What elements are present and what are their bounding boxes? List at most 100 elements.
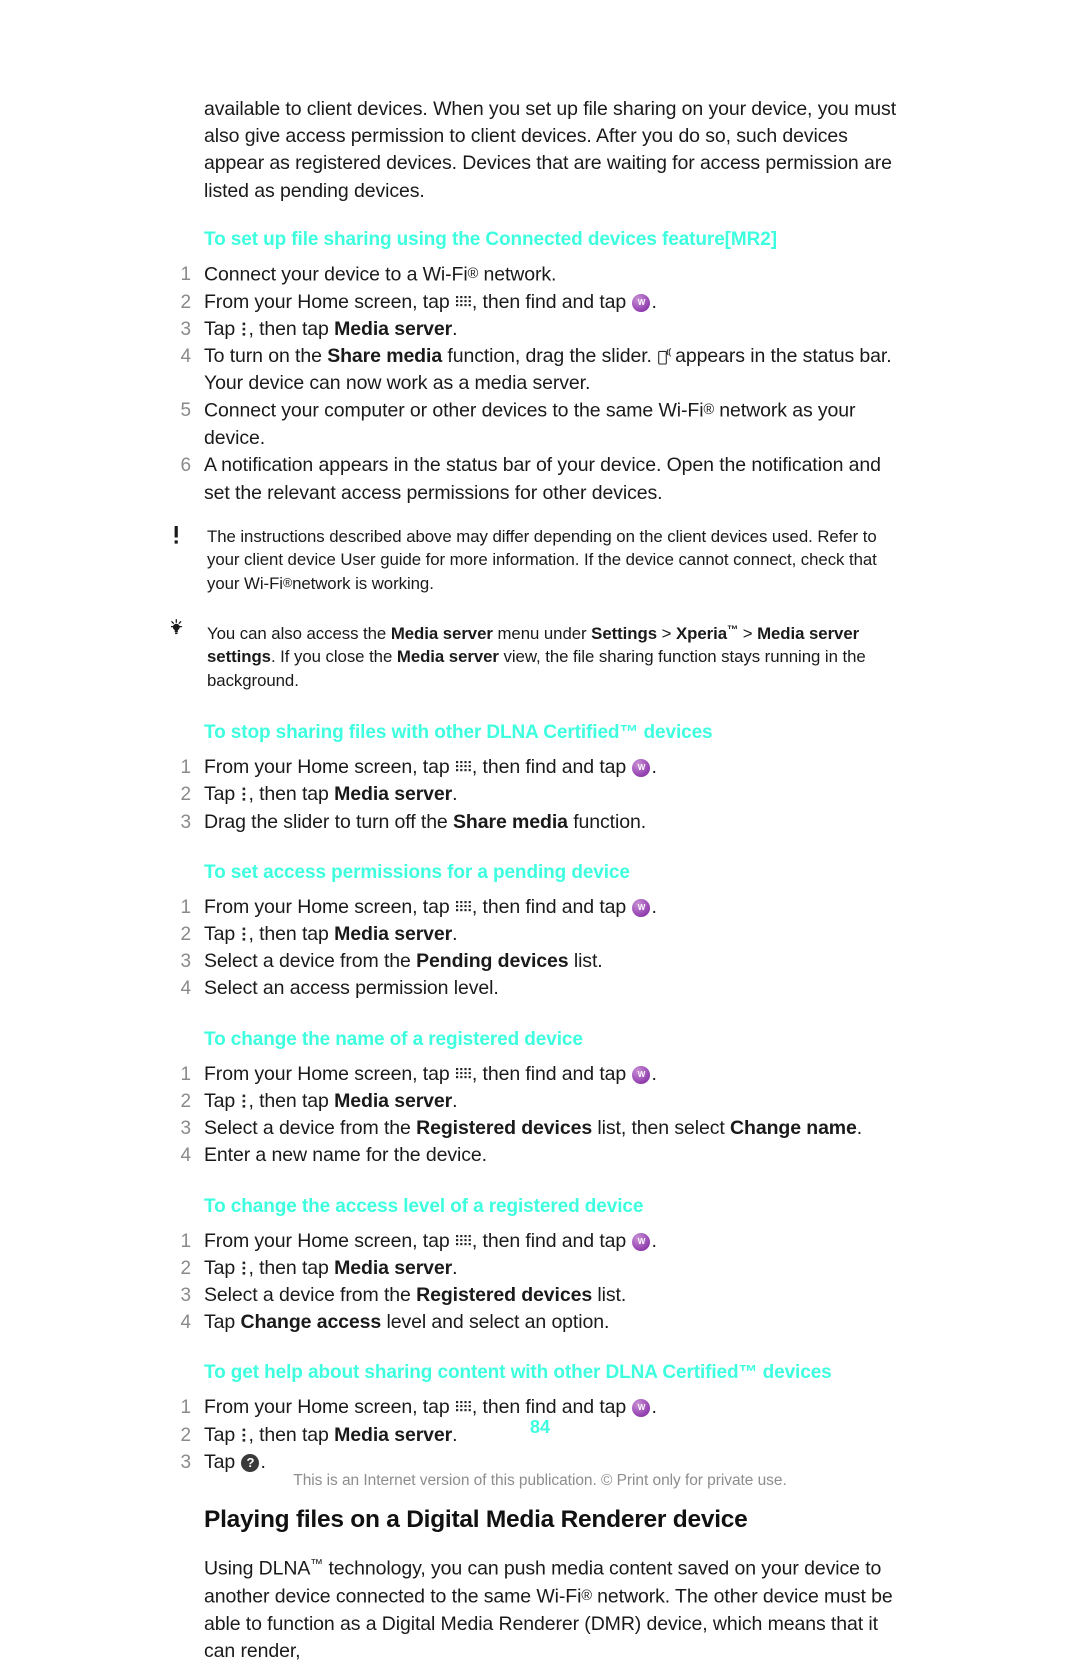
step-text-tail: network. bbox=[478, 263, 557, 286]
tip-sep-2: > bbox=[742, 624, 753, 644]
ui-term-media-server: Media server bbox=[334, 923, 453, 946]
kebab-menu-icon bbox=[241, 783, 247, 802]
document-page: available to client devices. When you se… bbox=[0, 0, 1080, 1662]
step-text: . bbox=[452, 1256, 458, 1279]
kebab-menu-icon bbox=[241, 318, 247, 336]
step-item: From your Home screen, tap , then find a… bbox=[171, 1061, 901, 1088]
ui-term-media-server: Media server bbox=[334, 317, 453, 340]
step-text: From your Home screen, tap bbox=[204, 756, 450, 779]
step-text: , then find and tap bbox=[471, 290, 627, 313]
walkman-app-icon: W bbox=[632, 1232, 651, 1251]
ui-term-xperia: Xperia™ bbox=[676, 624, 738, 643]
walkman-app-icon: W bbox=[632, 759, 651, 778]
step-text: Select an access permission level. bbox=[204, 977, 499, 1000]
step-text: , then tap bbox=[248, 1256, 329, 1279]
tip-text-c: menu under bbox=[497, 624, 587, 644]
step-item: Select a device from the Registered devi… bbox=[171, 1115, 901, 1142]
registered-mark: ® bbox=[703, 402, 714, 419]
step-item: To turn on the Share media function, dra… bbox=[171, 343, 901, 397]
section-heading-set-access-permissions: To set access permissions for a pending … bbox=[204, 861, 630, 883]
lightbulb-icon bbox=[170, 619, 197, 641]
step-text: , then find and tap bbox=[471, 756, 627, 779]
step-text: Tap bbox=[204, 1311, 236, 1334]
step-item: Tap , then tap Media server. bbox=[171, 1088, 901, 1115]
step-text: From your Home screen, tap bbox=[204, 1396, 450, 1419]
registered-mark: ® bbox=[467, 265, 479, 282]
section-heading-change-name: To change the name of a registered devic… bbox=[204, 1028, 583, 1050]
section-heading-get-help: To get help about sharing content with o… bbox=[204, 1362, 832, 1384]
step-text: . bbox=[651, 756, 657, 779]
step-text: . bbox=[452, 923, 458, 946]
tip-sep-1: > bbox=[661, 624, 672, 644]
step-text: Drag the slider to turn off the bbox=[204, 810, 448, 833]
ui-term-media-server: Media server bbox=[334, 1089, 453, 1112]
exclamation-icon bbox=[171, 525, 197, 547]
media-server-status-icon bbox=[658, 346, 673, 365]
final-paragraph: Using DLNA™ technology, you can push med… bbox=[204, 1550, 901, 1665]
step-item: Select an access permission level. bbox=[171, 975, 901, 1002]
step-text: From your Home screen, tap bbox=[204, 1229, 450, 1252]
walkman-app-icon: W bbox=[632, 293, 651, 312]
step-text: . bbox=[856, 1117, 863, 1140]
step-list-change-name: From your Home screen, tap , then find a… bbox=[171, 1061, 901, 1170]
step-text: Tap bbox=[204, 1256, 236, 1279]
step-text: . bbox=[651, 1062, 657, 1085]
step-text: , then tap bbox=[248, 923, 329, 946]
step-text: . bbox=[452, 1089, 458, 1112]
ui-term-media-server: Media server bbox=[390, 624, 493, 644]
ui-term-change-name: Change name bbox=[730, 1117, 857, 1140]
help-icon: ? bbox=[241, 1453, 260, 1472]
ui-term-settings: Settings bbox=[591, 624, 657, 644]
step-text: Select a device from the bbox=[204, 1283, 411, 1306]
tip-callout: You can also access the Media server men… bbox=[170, 619, 901, 692]
ui-term-media-server: Media server bbox=[334, 1256, 453, 1279]
step-text: Tap bbox=[204, 1450, 236, 1473]
ui-term-media-server: Media server bbox=[396, 647, 499, 667]
ui-term-share-media: Share media bbox=[327, 345, 443, 368]
step-text: To turn on the bbox=[204, 345, 322, 368]
step-text: list. bbox=[573, 950, 603, 973]
step-item: Drag the slider to turn off the Share me… bbox=[171, 809, 901, 836]
step-text: , then tap bbox=[248, 783, 329, 806]
app-grid-icon bbox=[455, 1229, 471, 1245]
note-callout: The instructions described above may dif… bbox=[171, 525, 901, 595]
step-text: Enter a new name for the device. bbox=[204, 1144, 487, 1167]
step-item: Select a device from the Pending devices… bbox=[171, 948, 901, 975]
step-text: . bbox=[452, 317, 458, 340]
step-text: , then find and tap bbox=[471, 1062, 627, 1085]
step-text: . bbox=[260, 1450, 266, 1473]
step-item: From your Home screen, tap , then find a… bbox=[171, 289, 901, 316]
section-heading-setup-file-sharing: To set up file sharing using the Connect… bbox=[204, 228, 777, 250]
ui-term-share-media: Share media bbox=[453, 810, 568, 833]
step-text: , then tap bbox=[248, 317, 329, 340]
step-text: . bbox=[651, 895, 657, 918]
final-text-a: Using DLNA bbox=[204, 1557, 311, 1580]
tip-text-i: . If you close the bbox=[270, 647, 393, 667]
step-item: Tap , then tap Media server. bbox=[171, 1255, 901, 1282]
page-title-playing-files: Playing files on a Digital Media Rendere… bbox=[204, 1505, 748, 1533]
app-grid-icon bbox=[455, 895, 471, 912]
footer-copyright-note: This is an Internet version of this publ… bbox=[293, 1472, 787, 1489]
app-grid-icon bbox=[455, 1395, 471, 1412]
step-text: . bbox=[651, 1396, 657, 1419]
tip-text: You can also access the Media server men… bbox=[207, 624, 866, 690]
tip-text-a: You can also access the bbox=[207, 624, 387, 644]
section-heading-change-access-level: To change the access level of a register… bbox=[204, 1195, 644, 1217]
step-item: Tap , then tap Media server. bbox=[171, 781, 901, 808]
step-text: Select a device from the bbox=[204, 950, 411, 973]
walkman-app-icon: W bbox=[632, 898, 651, 917]
step-text: Select a device from the bbox=[204, 1117, 411, 1140]
step-text: function. bbox=[573, 810, 647, 833]
ui-term-registered-devices: Registered devices bbox=[416, 1283, 593, 1306]
step-text: . bbox=[651, 290, 657, 313]
kebab-menu-icon bbox=[241, 1257, 247, 1275]
step-text: , then find and tap bbox=[471, 1396, 627, 1419]
ui-term-pending-devices: Pending devices bbox=[416, 950, 569, 973]
step-text: . bbox=[651, 1229, 657, 1252]
step-text: , then tap bbox=[248, 1089, 329, 1112]
step-list-setup-file-sharing: Connect your device to a Wi-Fi® network.… bbox=[171, 261, 901, 507]
step-text: From your Home screen, tap bbox=[204, 895, 450, 918]
step-text: Tap bbox=[204, 1089, 236, 1112]
registered-mark: ® bbox=[282, 575, 293, 590]
step-list-stop-sharing: From your Home screen, tap , then find a… bbox=[171, 754, 901, 836]
